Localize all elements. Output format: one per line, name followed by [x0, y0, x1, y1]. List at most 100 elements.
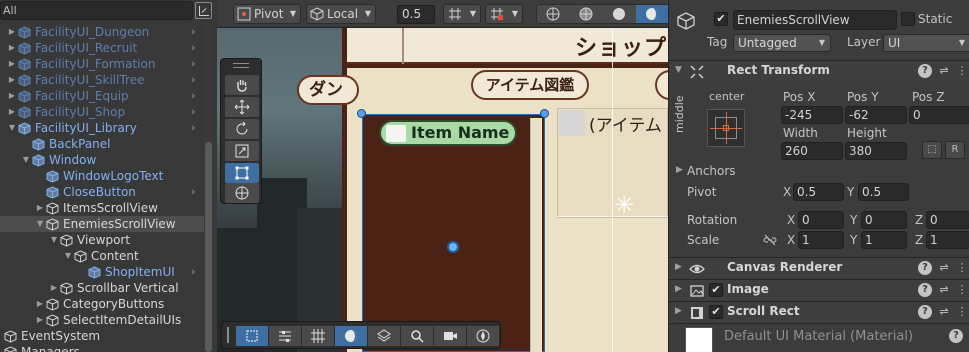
constrain-proportions-icon[interactable]: [763, 234, 777, 246]
space-toggle[interactable]: Local ▼: [306, 4, 376, 24]
scroll-rect-header[interactable]: ▶ ✔ Scroll Rect ? ⇌ ⋮: [669, 301, 969, 323]
open-prefab-chevron-icon[interactable]: ›: [191, 72, 195, 88]
rect-corner-handle[interactable]: [357, 109, 366, 118]
hierarchy-item[interactable]: ▶ SelectItemDetailUIs: [0, 312, 204, 328]
expand-triangle-icon[interactable]: ▶: [675, 284, 682, 294]
hierarchy-item[interactable]: ▶ FacilityUI_Formation ›: [0, 56, 204, 72]
hierarchy-item[interactable]: EventSystem: [0, 328, 204, 344]
width-input[interactable]: 260: [781, 142, 843, 160]
presets-icon[interactable]: ⇌: [937, 64, 951, 78]
presets-icon[interactable]: ⇌: [937, 305, 951, 319]
drag-handle-icon[interactable]: [233, 63, 249, 68]
grid-visibility-button[interactable]: ▼: [485, 4, 523, 24]
hand-tool-button[interactable]: [225, 75, 259, 95]
expand-arrow-icon[interactable]: ▶: [36, 200, 44, 216]
pivot-x-input[interactable]: 0.5: [793, 183, 844, 201]
help-icon[interactable]: ?: [918, 305, 932, 319]
rect-tool-button[interactable]: [225, 163, 259, 183]
overlay-search-button[interactable]: [401, 326, 433, 346]
grid-snap-button[interactable]: ▼: [443, 4, 481, 24]
help-icon[interactable]: ?: [918, 64, 932, 78]
more-options-icon[interactable]: ⋮: [955, 305, 969, 319]
open-prefab-chevron-icon[interactable]: ›: [191, 40, 195, 56]
height-input[interactable]: 380: [845, 142, 907, 160]
tag-dropdown[interactable]: Untagged ▼: [733, 34, 831, 52]
hierarchy-item[interactable]: ShopItemUI ›: [0, 264, 204, 280]
anchors-label[interactable]: Anchors: [687, 164, 736, 178]
unlit-mode-button[interactable]: [603, 5, 635, 23]
pos-z-input[interactable]: 0: [909, 106, 969, 124]
blueprint-mode-button[interactable]: ⬚: [922, 141, 942, 159]
rect-corner-handle[interactable]: [540, 109, 549, 118]
expand-arrow-icon[interactable]: ▶: [36, 296, 44, 312]
hierarchy-item[interactable]: ▶ CategoryButtons: [0, 296, 204, 312]
open-prefab-chevron-icon[interactable]: ›: [191, 184, 195, 200]
collapse-arrow-icon[interactable]: ▼: [50, 232, 58, 248]
expand-arrow-icon[interactable]: ▶: [50, 280, 58, 296]
pos-y-input[interactable]: -62: [845, 106, 907, 124]
hierarchy-item[interactable]: Managers: [0, 344, 204, 352]
hierarchy-item[interactable]: ▶ FacilityUI_Dungeon ›: [0, 24, 204, 40]
expand-arrow-icon[interactable]: ▶: [8, 72, 16, 88]
wireframe-mode-button[interactable]: [537, 5, 569, 23]
open-prefab-chevron-icon[interactable]: ›: [191, 264, 195, 280]
hierarchy-item[interactable]: ▼ FacilityUI_Library ›: [0, 120, 204, 136]
open-prefab-chevron-icon[interactable]: ›: [191, 56, 195, 72]
object-name-input[interactable]: EnemiesScrollView: [733, 10, 897, 30]
more-options-icon[interactable]: ⋮: [955, 64, 969, 78]
rot-y-input[interactable]: 0: [861, 211, 907, 229]
hierarchy-item[interactable]: CloseButton ›: [0, 184, 204, 200]
anchor-presets-button[interactable]: [707, 109, 745, 147]
pivot-toggle[interactable]: Pivot ▼: [233, 4, 301, 24]
scale-x-input[interactable]: 1: [798, 231, 844, 249]
hierarchy-item[interactable]: ▶ Scrollbar Vertical: [0, 280, 204, 296]
overlay-gizmos-button[interactable]: [467, 326, 499, 346]
expand-arrow-icon[interactable]: ▶: [8, 24, 16, 40]
overlay-shading-button[interactable]: [335, 326, 367, 346]
help-icon[interactable]: ?: [918, 283, 932, 297]
hierarchy-item[interactable]: ▶ ItemsScrollView: [0, 200, 204, 216]
anchors-expand-icon[interactable]: ▶: [676, 165, 683, 175]
rect-pivot-handle[interactable]: [447, 241, 459, 253]
scene-viewport[interactable]: ショップ ダン アイテム図鑑 Item Name (アイテム ✳: [217, 28, 668, 352]
expand-arrow-icon[interactable]: ▶: [8, 88, 16, 104]
snap-increment-input[interactable]: 0.5: [397, 5, 435, 24]
hierarchy-item[interactable]: ▼ EnemiesScrollView: [0, 216, 204, 232]
overlay-align-button[interactable]: [269, 326, 301, 346]
hierarchy-scrollbar[interactable]: [204, 24, 213, 352]
hierarchy-search-input[interactable]: All: [0, 1, 193, 20]
canvas-renderer-header[interactable]: ▶ Canvas Renderer ? ⇌ ⋮: [669, 257, 969, 279]
static-checkbox[interactable]: [901, 12, 915, 26]
shaded-mode-button[interactable]: [636, 5, 668, 23]
overlay-grid-button[interactable]: [302, 326, 334, 346]
overlay-layers-button[interactable]: [368, 326, 400, 346]
collapse-arrow-icon[interactable]: ▼: [64, 248, 72, 264]
help-icon[interactable]: ?: [949, 329, 963, 343]
collapse-arrow-icon[interactable]: ▼: [8, 120, 16, 136]
material-label[interactable]: Default UI Material (Material): [724, 329, 913, 344]
hierarchy-item[interactable]: ▶ FacilityUI_Equip ›: [0, 88, 204, 104]
scale-z-input[interactable]: 1: [926, 231, 969, 249]
expand-triangle-icon[interactable]: ▼: [675, 65, 682, 75]
hierarchy-item[interactable]: ▶ FacilityUI_Recruit ›: [0, 40, 204, 56]
collapse-arrow-icon[interactable]: ▼: [22, 152, 30, 168]
expand-triangle-icon[interactable]: ▶: [675, 262, 682, 272]
hierarchy-item[interactable]: ▶ FacilityUI_Shop ›: [0, 104, 204, 120]
rotate-tool-button[interactable]: [225, 119, 259, 139]
hierarchy-item[interactable]: WindowLogoText: [0, 168, 204, 184]
expand-arrow-icon[interactable]: ▶: [8, 56, 16, 72]
hierarchy-item[interactable]: BackPanel: [0, 136, 204, 152]
help-icon[interactable]: ?: [918, 261, 932, 275]
open-prefab-chevron-icon[interactable]: ›: [191, 24, 195, 40]
more-options-icon[interactable]: ⋮: [955, 261, 969, 275]
overlay-rect-button[interactable]: [236, 326, 268, 346]
active-checkbox[interactable]: ✔: [714, 12, 728, 26]
enemies-scroll-view[interactable]: [362, 114, 545, 352]
hierarchy-item[interactable]: ▼ Window: [0, 152, 204, 168]
more-options-icon[interactable]: ⋮: [955, 283, 969, 297]
hierarchy-item[interactable]: ▶ FacilityUI_SkillTree ›: [0, 72, 204, 88]
move-tool-button[interactable]: [225, 97, 259, 117]
open-prefab-chevron-icon[interactable]: ›: [191, 88, 195, 104]
presets-icon[interactable]: ⇌: [937, 261, 951, 275]
expand-arrow-icon[interactable]: ▶: [36, 312, 44, 328]
